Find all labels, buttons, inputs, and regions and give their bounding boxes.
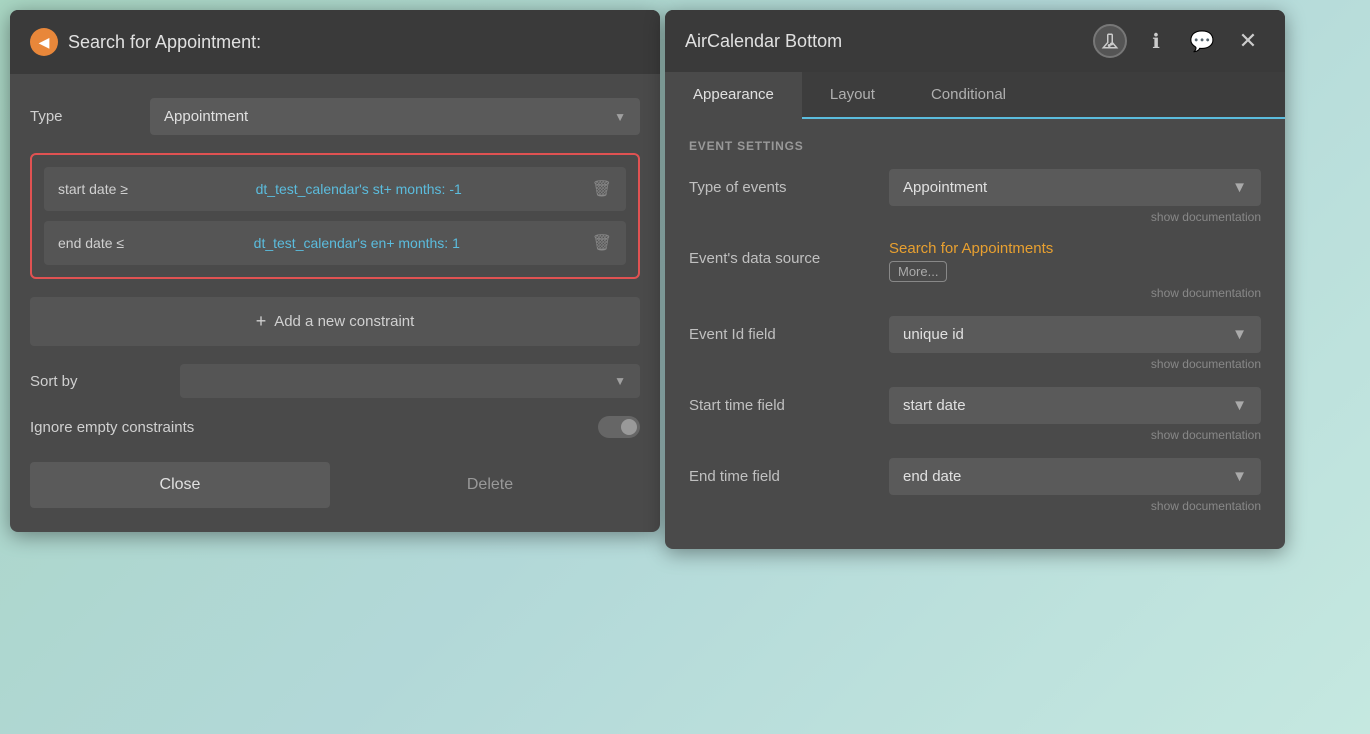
sort-select[interactable]: ▼ [180, 364, 640, 398]
constraints-box: start date ≥ dt_test_calendar's st+ mont… [30, 153, 640, 279]
data-source-doc[interactable]: show documentation [889, 282, 1261, 310]
add-constraint-plus: + [256, 311, 267, 332]
constraint-prefix-1: start date ≥ [58, 181, 136, 197]
start-time-row: Start time field start date ▼ show docum… [689, 387, 1261, 452]
constraint-prefix-2: end date ≤ [58, 235, 132, 251]
data-source-link[interactable]: Search for Appointments [889, 240, 1261, 257]
end-time-dropdown[interactable]: end date ▼ [889, 458, 1261, 495]
tab-appearance[interactable]: Appearance [665, 72, 802, 119]
type-label: Type [30, 108, 150, 125]
event-id-chevron: ▼ [1232, 326, 1247, 343]
event-settings-title: EVENT SETTINGS [689, 139, 1261, 153]
start-time-label: Start time field [689, 387, 889, 414]
type-of-events-chevron: ▼ [1232, 179, 1247, 196]
delete-button[interactable]: Delete [340, 462, 640, 508]
right-panel: AirCalendar Bottom ℹ 💬 ✕ Appearance Layo… [665, 10, 1285, 549]
event-id-row: Event Id field unique id ▼ show document… [689, 316, 1261, 381]
type-select-chevron: ▼ [614, 110, 626, 124]
right-panel-header: AirCalendar Bottom ℹ 💬 ✕ [665, 10, 1285, 72]
type-select[interactable]: Appointment ▼ [150, 98, 640, 135]
data-source-label: Event's data source [689, 240, 889, 267]
beaker-icon[interactable] [1093, 24, 1127, 58]
left-panel-body: Type Appointment ▼ start date ≥ dt_test_… [10, 74, 660, 532]
tab-conditional[interactable]: Conditional [903, 72, 1034, 119]
end-time-doc[interactable]: show documentation [889, 495, 1261, 523]
start-time-value: start date [903, 397, 966, 414]
event-id-control: unique id ▼ show documentation [889, 316, 1261, 381]
tabs: Appearance Layout Conditional [665, 72, 1285, 119]
end-time-value: end date [903, 468, 961, 485]
constraint-value-2[interactable]: dt_test_calendar's en+ months: 1 [254, 235, 460, 251]
end-time-control: end date ▼ show documentation [889, 458, 1261, 523]
start-time-dropdown[interactable]: start date ▼ [889, 387, 1261, 424]
end-time-chevron: ▼ [1232, 468, 1247, 485]
add-constraint-button[interactable]: + Add a new constraint [30, 297, 640, 346]
end-time-label: End time field [689, 458, 889, 485]
sort-chevron: ▼ [614, 374, 626, 388]
constraint-value-1[interactable]: dt_test_calendar's st+ months: -1 [256, 181, 462, 197]
sort-label: Sort by [30, 373, 180, 390]
bottom-buttons: Close Delete [30, 462, 640, 508]
type-of-events-value: Appointment [903, 179, 987, 196]
ignore-label: Ignore empty constraints [30, 419, 598, 436]
ignore-constraints-row: Ignore empty constraints [30, 416, 640, 438]
type-of-events-row: Type of events Appointment ▼ show docume… [689, 169, 1261, 234]
type-of-events-label: Type of events [689, 169, 889, 196]
type-of-events-control: Appointment ▼ show documentation [889, 169, 1261, 234]
chat-icon[interactable]: 💬 [1185, 24, 1219, 58]
sort-row: Sort by ▼ [30, 364, 640, 398]
type-of-events-dropdown[interactable]: Appointment ▼ [889, 169, 1261, 206]
constraint-delete-1[interactable]: 🗑 [592, 179, 612, 199]
event-id-doc[interactable]: show documentation [889, 353, 1261, 381]
constraint-row-2: end date ≤ dt_test_calendar's en+ months… [44, 221, 626, 265]
header-icons: ℹ 💬 ✕ [1093, 24, 1265, 58]
event-id-dropdown[interactable]: unique id ▼ [889, 316, 1261, 353]
left-panel: ◀ Search for Appointment: Type Appointme… [10, 10, 660, 532]
event-id-value: unique id [903, 326, 964, 343]
ignore-toggle[interactable] [598, 416, 640, 438]
left-panel-header: ◀ Search for Appointment: [10, 10, 660, 74]
close-panel-icon[interactable]: ✕ [1231, 24, 1265, 58]
start-time-chevron: ▼ [1232, 397, 1247, 414]
close-button[interactable]: Close [30, 462, 330, 508]
info-icon[interactable]: ℹ [1139, 24, 1173, 58]
end-time-row: End time field end date ▼ show documenta… [689, 458, 1261, 523]
start-time-control: start date ▼ show documentation [889, 387, 1261, 452]
constraint-delete-2[interactable]: 🗑 [592, 233, 612, 253]
data-source-control: Search for Appointments More... show doc… [889, 240, 1261, 310]
start-time-doc[interactable]: show documentation [889, 424, 1261, 452]
type-select-value: Appointment [164, 108, 248, 125]
more-button[interactable]: More... [889, 261, 947, 282]
data-source-row: Event's data source Search for Appointme… [689, 240, 1261, 310]
event-id-label: Event Id field [689, 316, 889, 343]
type-of-events-doc[interactable]: show documentation [889, 206, 1261, 234]
add-constraint-label: Add a new constraint [274, 313, 414, 330]
right-panel-title: AirCalendar Bottom [685, 31, 842, 52]
back-button[interactable]: ◀ [30, 28, 58, 56]
constraint-row-1: start date ≥ dt_test_calendar's st+ mont… [44, 167, 626, 211]
right-panel-body: EVENT SETTINGS Type of events Appointmen… [665, 119, 1285, 549]
tab-layout[interactable]: Layout [802, 72, 903, 119]
type-row: Type Appointment ▼ [30, 98, 640, 135]
left-panel-title: Search for Appointment: [68, 32, 261, 53]
